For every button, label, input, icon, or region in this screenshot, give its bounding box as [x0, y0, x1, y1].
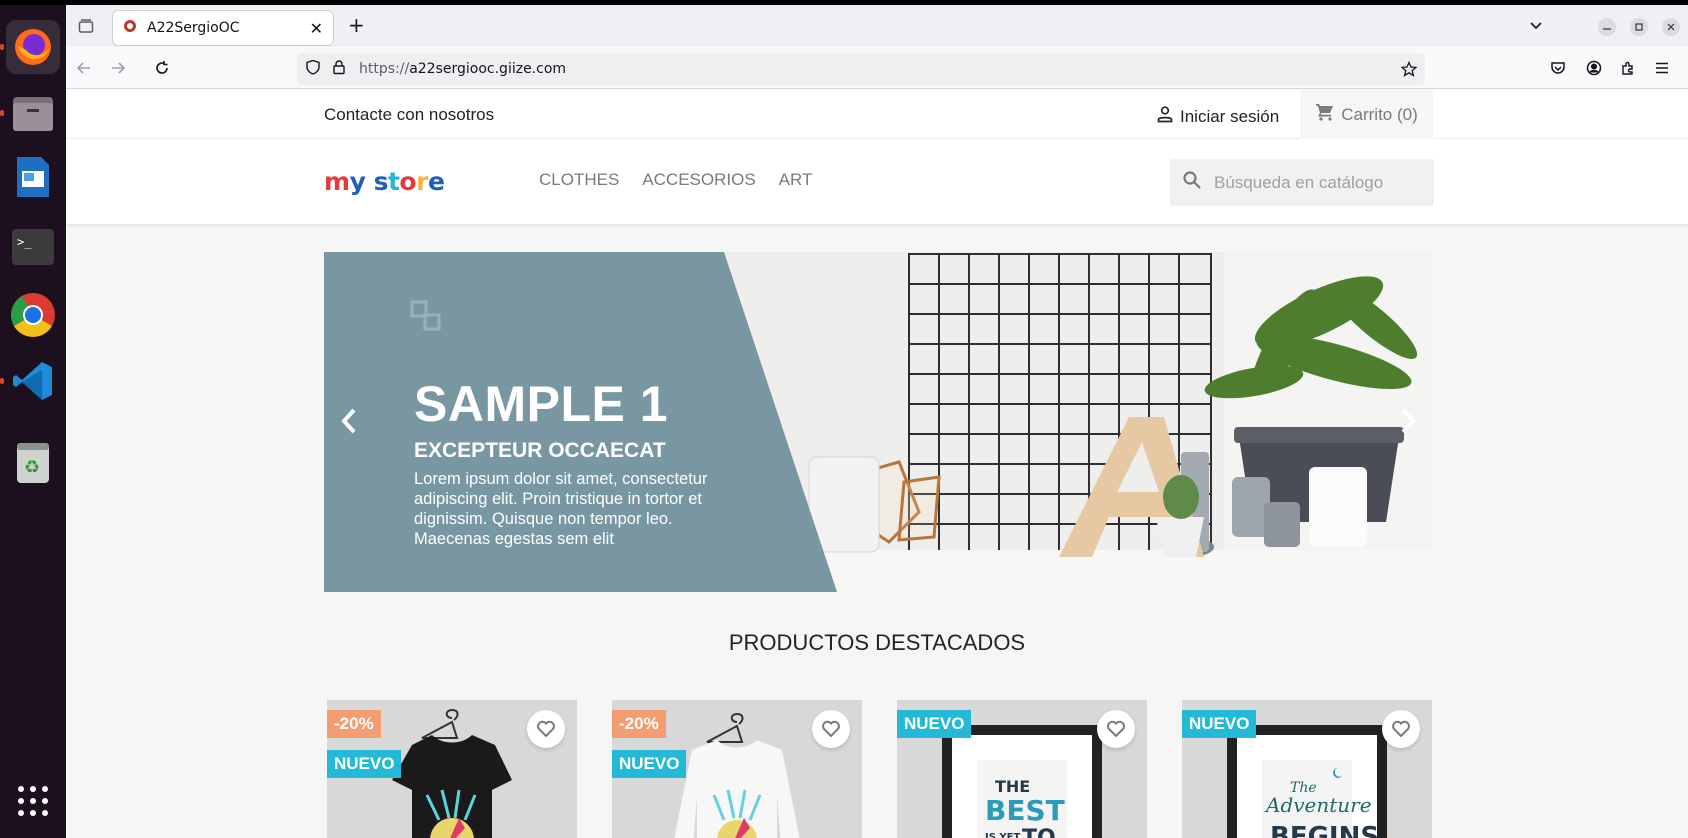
slide-description: Lorem ipsum dolor sit amet, consectetur … — [414, 470, 708, 548]
menu-item-clothes[interactable]: CLOTHES — [539, 170, 619, 190]
web-page: Contacte con nosotros Iniciar sesión Car… — [66, 90, 1688, 838]
store-logo[interactable]: my store — [324, 167, 445, 196]
sign-in-label: Iniciar sesión — [1180, 106, 1280, 126]
discount-badge: -20% — [612, 710, 666, 738]
heart-icon — [537, 720, 555, 738]
heart-icon — [1107, 720, 1125, 738]
next-slide-icon[interactable] — [1399, 407, 1417, 440]
wishlist-button[interactable] — [1097, 710, 1135, 748]
svg-text:BEST: BEST — [985, 794, 1065, 827]
running-indicator — [0, 44, 4, 50]
search-input[interactable]: Búsqueda en catálogo — [1214, 173, 1383, 193]
logo-letter: m — [324, 167, 350, 196]
navigation-bar: https://a22sergiooc.giize.com — [66, 47, 1688, 89]
close-tab-icon[interactable]: ✕ — [310, 19, 323, 38]
header-nav: Contacte con nosotros Iniciar sesión Car… — [66, 90, 1688, 139]
extensions-icon[interactable] — [1620, 60, 1636, 79]
new-tab-icon[interactable]: + — [348, 15, 365, 35]
homepage-carousel[interactable]: SAMPLE 1 EXCEPTEUR OCCAECAT Lorem ipsum … — [324, 252, 1434, 592]
trash-icon[interactable]: ♻ — [6, 436, 60, 490]
url-host: a22sergiooc.giize.com — [409, 61, 567, 77]
svg-text:BEGINS: BEGINS — [1270, 822, 1379, 838]
previous-slide-icon[interactable] — [340, 407, 358, 440]
svg-text:Adventure: Adventure — [1264, 793, 1372, 817]
minimize-icon[interactable] — [1598, 18, 1616, 39]
site-favicon-icon — [123, 19, 137, 37]
product-card[interactable]: -20% NUEVO — [612, 700, 862, 838]
close-window-icon[interactable] — [1662, 18, 1680, 39]
writer-icon[interactable] — [6, 150, 60, 204]
search-icon[interactable] — [1182, 170, 1202, 195]
address-bar[interactable]: https://a22sergiooc.giize.com — [297, 53, 1425, 85]
new-badge: NUEVO — [1182, 710, 1257, 738]
tracking-protection-icon[interactable] — [305, 59, 321, 79]
menu-item-art[interactable]: ART — [779, 170, 813, 190]
logo-letter: r — [416, 167, 428, 196]
cart-label: Carrito (0) — [1341, 104, 1418, 124]
terminal-icon[interactable]: >_ — [6, 220, 60, 274]
featured-products-title: PRODUCTOS DESTACADOS — [728, 630, 1026, 655]
tab-title: A22SergioOC — [147, 20, 240, 36]
wishlist-button[interactable] — [527, 710, 565, 748]
slide-subtitle: EXCEPTEUR OCCAECAT — [414, 439, 666, 462]
running-indicator — [0, 110, 4, 116]
dock: >_ ♻ — [0, 0, 1688, 838]
heart-icon — [1392, 720, 1410, 738]
menu-item-accesorios[interactable]: ACCESORIOS — [642, 170, 755, 190]
firefox-icon[interactable] — [6, 20, 60, 74]
running-indicator — [0, 378, 4, 384]
browser-window: A22SergioOC ✕ + https://a22sergiooc.giiz… — [66, 5, 1688, 838]
vscode-icon[interactable] — [6, 354, 60, 408]
logo-letter: y — [349, 167, 366, 196]
tab-bar: A22SergioOC ✕ + — [66, 5, 1688, 47]
cart-icon — [1315, 102, 1335, 127]
search-widget[interactable]: Búsqueda en catálogo — [1170, 159, 1434, 206]
bookmark-star-icon[interactable] — [1400, 60, 1418, 81]
logo-letter: s — [373, 167, 389, 196]
browser-tab[interactable]: A22SergioOC ✕ — [112, 10, 334, 46]
logo-letter — [365, 167, 373, 196]
product-card[interactable]: -20% NUEVO — [327, 700, 577, 838]
user-icon — [1156, 105, 1174, 128]
header-main: my store CLOTHES ACCESORIOS ART Búsqueda e… — [66, 139, 1688, 224]
new-badge: NUEVO — [612, 750, 687, 778]
url-scheme: https:// — [359, 61, 410, 77]
wishlist-button[interactable] — [1382, 710, 1420, 748]
menu-icon[interactable] — [1654, 60, 1670, 79]
files-icon[interactable] — [6, 86, 60, 140]
account-icon[interactable] — [1586, 60, 1602, 79]
heart-icon — [822, 720, 840, 738]
list-tabs-icon[interactable] — [1528, 17, 1544, 36]
chrome-icon[interactable] — [6, 288, 60, 342]
back-icon[interactable] — [76, 60, 92, 79]
logo-letter: o — [399, 167, 417, 196]
reload-icon[interactable] — [154, 60, 170, 79]
product-card[interactable]: The Adventure BEGINS NUEVO — [1182, 700, 1432, 838]
svg-text:♻: ♻ — [24, 457, 40, 478]
wishlist-button[interactable] — [812, 710, 850, 748]
tab-overview-icon[interactable] — [78, 18, 94, 37]
cart-button[interactable]: Carrito (0) — [1300, 90, 1433, 139]
new-badge: NUEVO — [327, 750, 402, 778]
maximize-icon[interactable] — [1630, 18, 1648, 39]
discount-badge: -20% — [327, 710, 381, 738]
svg-text:IS YET: IS YET — [985, 832, 1020, 838]
sign-in-link[interactable]: Iniciar sesión — [1156, 105, 1279, 128]
url-text: https://a22sergiooc.giize.com — [359, 61, 566, 77]
logo-letter: t — [387, 167, 400, 196]
svg-text:>_: >_ — [17, 235, 32, 249]
new-badge: NUEVO — [897, 710, 972, 738]
svg-text:TO: TO — [1022, 826, 1056, 838]
product-card[interactable]: THE BEST IS YET TO NUEVO — [897, 700, 1147, 838]
top-menu: CLOTHES ACCESORIOS ART — [539, 170, 812, 190]
lock-icon[interactable] — [331, 59, 347, 79]
app-grid-icon[interactable] — [6, 774, 60, 828]
slide-title: SAMPLE 1 — [414, 376, 669, 432]
contact-link[interactable]: Contacte con nosotros — [324, 105, 494, 125]
logo-letter: e — [427, 167, 445, 196]
pocket-icon[interactable] — [1550, 60, 1566, 79]
forward-icon[interactable] — [110, 60, 126, 79]
